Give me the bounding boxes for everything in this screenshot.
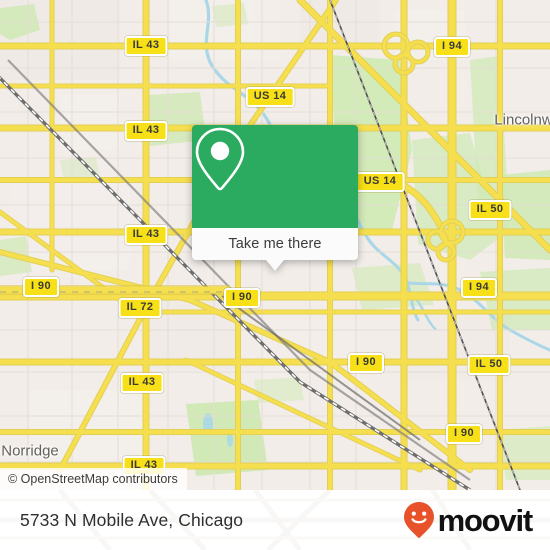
route-shield: I 90 xyxy=(224,288,260,308)
location-callout-card[interactable]: Take me there xyxy=(192,125,358,271)
place-label: Lincolnwood xyxy=(494,111,550,129)
callout-icon-area xyxy=(192,125,358,228)
route-shield: IL 43 xyxy=(124,225,168,245)
address-label: 5733 N Mobile Ave, Chicago xyxy=(20,509,244,530)
footer-bar: 5733 N Mobile Ave, Chicago moovit xyxy=(0,490,550,550)
route-shield: US 14 xyxy=(245,87,295,107)
take-me-there-button[interactable]: Take me there xyxy=(192,228,358,260)
route-shield: I 90 xyxy=(446,424,482,444)
map-screen: IL 43 I 94 US 14 IL 43 US 14 IL 50 IL 43 I 90 IL… xyxy=(0,0,550,550)
route-shield: IL 50 xyxy=(467,355,511,375)
map-canvas[interactable]: IL 43 I 94 US 14 IL 43 US 14 IL 50 IL 43 I 90 IL… xyxy=(0,0,550,490)
route-shield: US 14 xyxy=(355,172,405,192)
moovit-wordmark: moovit xyxy=(437,502,534,538)
route-shield: IL 72 xyxy=(118,298,162,318)
osm-attribution[interactable]: © OpenStreetMap contributors xyxy=(0,468,187,490)
route-shield: I 90 xyxy=(23,277,59,297)
route-shield: IL 43 xyxy=(124,36,168,56)
route-shield: IL 43 xyxy=(124,121,168,141)
moovit-pin-smile-icon xyxy=(403,502,434,538)
route-shield: IL 50 xyxy=(468,200,512,220)
route-shield: I 94 xyxy=(461,278,497,298)
route-shield: IL 43 xyxy=(120,373,164,393)
place-label: Norridge xyxy=(1,442,59,460)
moovit-logo[interactable]: moovit xyxy=(402,500,534,540)
route-shield: I 94 xyxy=(434,37,470,57)
callout-pointer xyxy=(266,260,284,271)
map-pin-icon xyxy=(195,127,245,191)
route-shield: I 90 xyxy=(348,353,384,373)
